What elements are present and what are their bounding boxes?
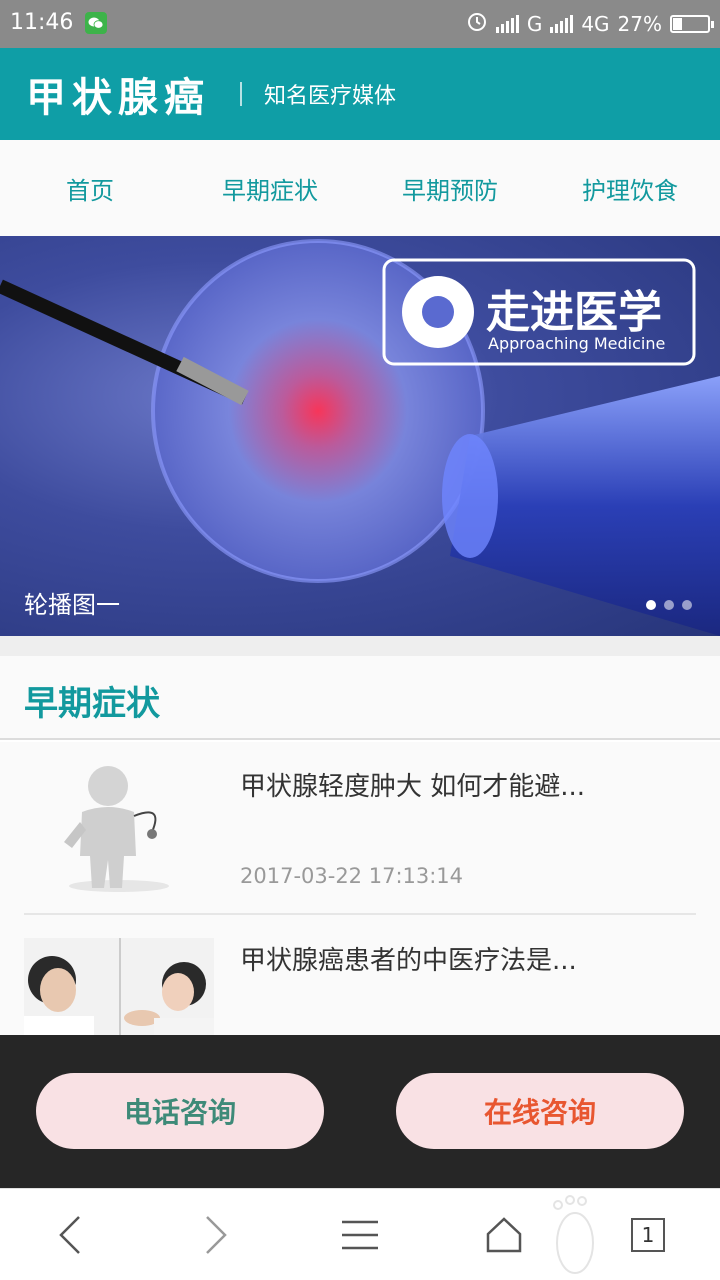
signal-icon-2	[550, 14, 574, 33]
nav-item-home[interactable]: 首页	[0, 140, 180, 236]
alarm-icon	[466, 10, 488, 37]
banner-carousel[interactable]: 走进医学 Approaching Medicine 轮播图一	[0, 236, 720, 636]
article-date: 2017-03-22 17:13:14	[240, 864, 464, 888]
article-thumbnail	[24, 764, 214, 892]
wechat-icon	[85, 11, 108, 34]
carousel-dot[interactable]	[664, 600, 674, 610]
tab-count: 1	[641, 1223, 655, 1247]
article-title[interactable]: 甲状腺轻度肿大 如何才能避...	[240, 766, 585, 803]
list-divider	[24, 913, 696, 915]
section-spacer	[0, 636, 720, 656]
banner-logo-text: 走进医学	[486, 287, 662, 338]
site-logo-title[interactable]: 甲状腺癌	[26, 65, 210, 123]
footprint-watermark-icon	[548, 1193, 602, 1277]
battery-percent: 27%	[617, 11, 662, 36]
article-list: 甲状腺轻度肿大 如何才能避... 2017-03-22 17:13:14 甲状腺…	[0, 742, 720, 1036]
forward-icon[interactable]	[194, 1213, 238, 1257]
online-consult-button[interactable]: 在线咨询	[396, 1073, 684, 1149]
tabs-button[interactable]: 1	[626, 1213, 670, 1257]
list-item[interactable]: 甲状腺癌患者的中医疗法是...	[24, 938, 696, 1036]
home-icon[interactable]	[482, 1213, 526, 1257]
carousel-indicator[interactable]	[646, 600, 692, 610]
section-header: 早期症状	[0, 656, 720, 740]
nav-item-care-diet[interactable]: 护理饮食	[540, 140, 720, 236]
browser-toolbar: 1	[0, 1188, 720, 1280]
network-type-2: 4G	[581, 11, 610, 36]
carousel-dot[interactable]	[682, 600, 692, 610]
status-bar: 11:46 G 4G 27%	[0, 0, 720, 48]
article-thumbnail	[24, 938, 214, 1036]
site-header: 甲状腺癌 知名医疗媒体	[0, 48, 720, 140]
nav-item-early-prevention[interactable]: 早期预防	[360, 140, 540, 236]
tabs-icon: 1	[631, 1218, 665, 1252]
section-title: 早期症状	[24, 684, 160, 724]
menu-icon[interactable]	[338, 1213, 382, 1257]
list-item[interactable]: 甲状腺轻度肿大 如何才能避... 2017-03-22 17:13:14	[24, 764, 696, 894]
header-divider	[240, 82, 242, 106]
main-nav: 首页 早期症状 早期预防 护理饮食	[0, 140, 720, 236]
site-tagline: 知名医疗媒体	[264, 84, 397, 109]
back-icon[interactable]	[48, 1213, 92, 1257]
battery-icon	[670, 14, 714, 33]
phone-consult-button[interactable]: 电话咨询	[36, 1073, 324, 1149]
carousel-dot[interactable]	[646, 600, 656, 610]
signal-icon	[495, 14, 519, 33]
banner-caption: 轮播图一	[24, 591, 120, 619]
banner-logo-subtext: Approaching Medicine	[488, 334, 666, 353]
consult-bar: 电话咨询 在线咨询	[0, 1035, 720, 1188]
status-time: 11:46	[10, 10, 74, 35]
article-title[interactable]: 甲状腺癌患者的中医疗法是...	[240, 940, 577, 977]
network-type-1: G	[526, 11, 543, 36]
nav-item-early-symptoms[interactable]: 早期症状	[180, 140, 360, 236]
